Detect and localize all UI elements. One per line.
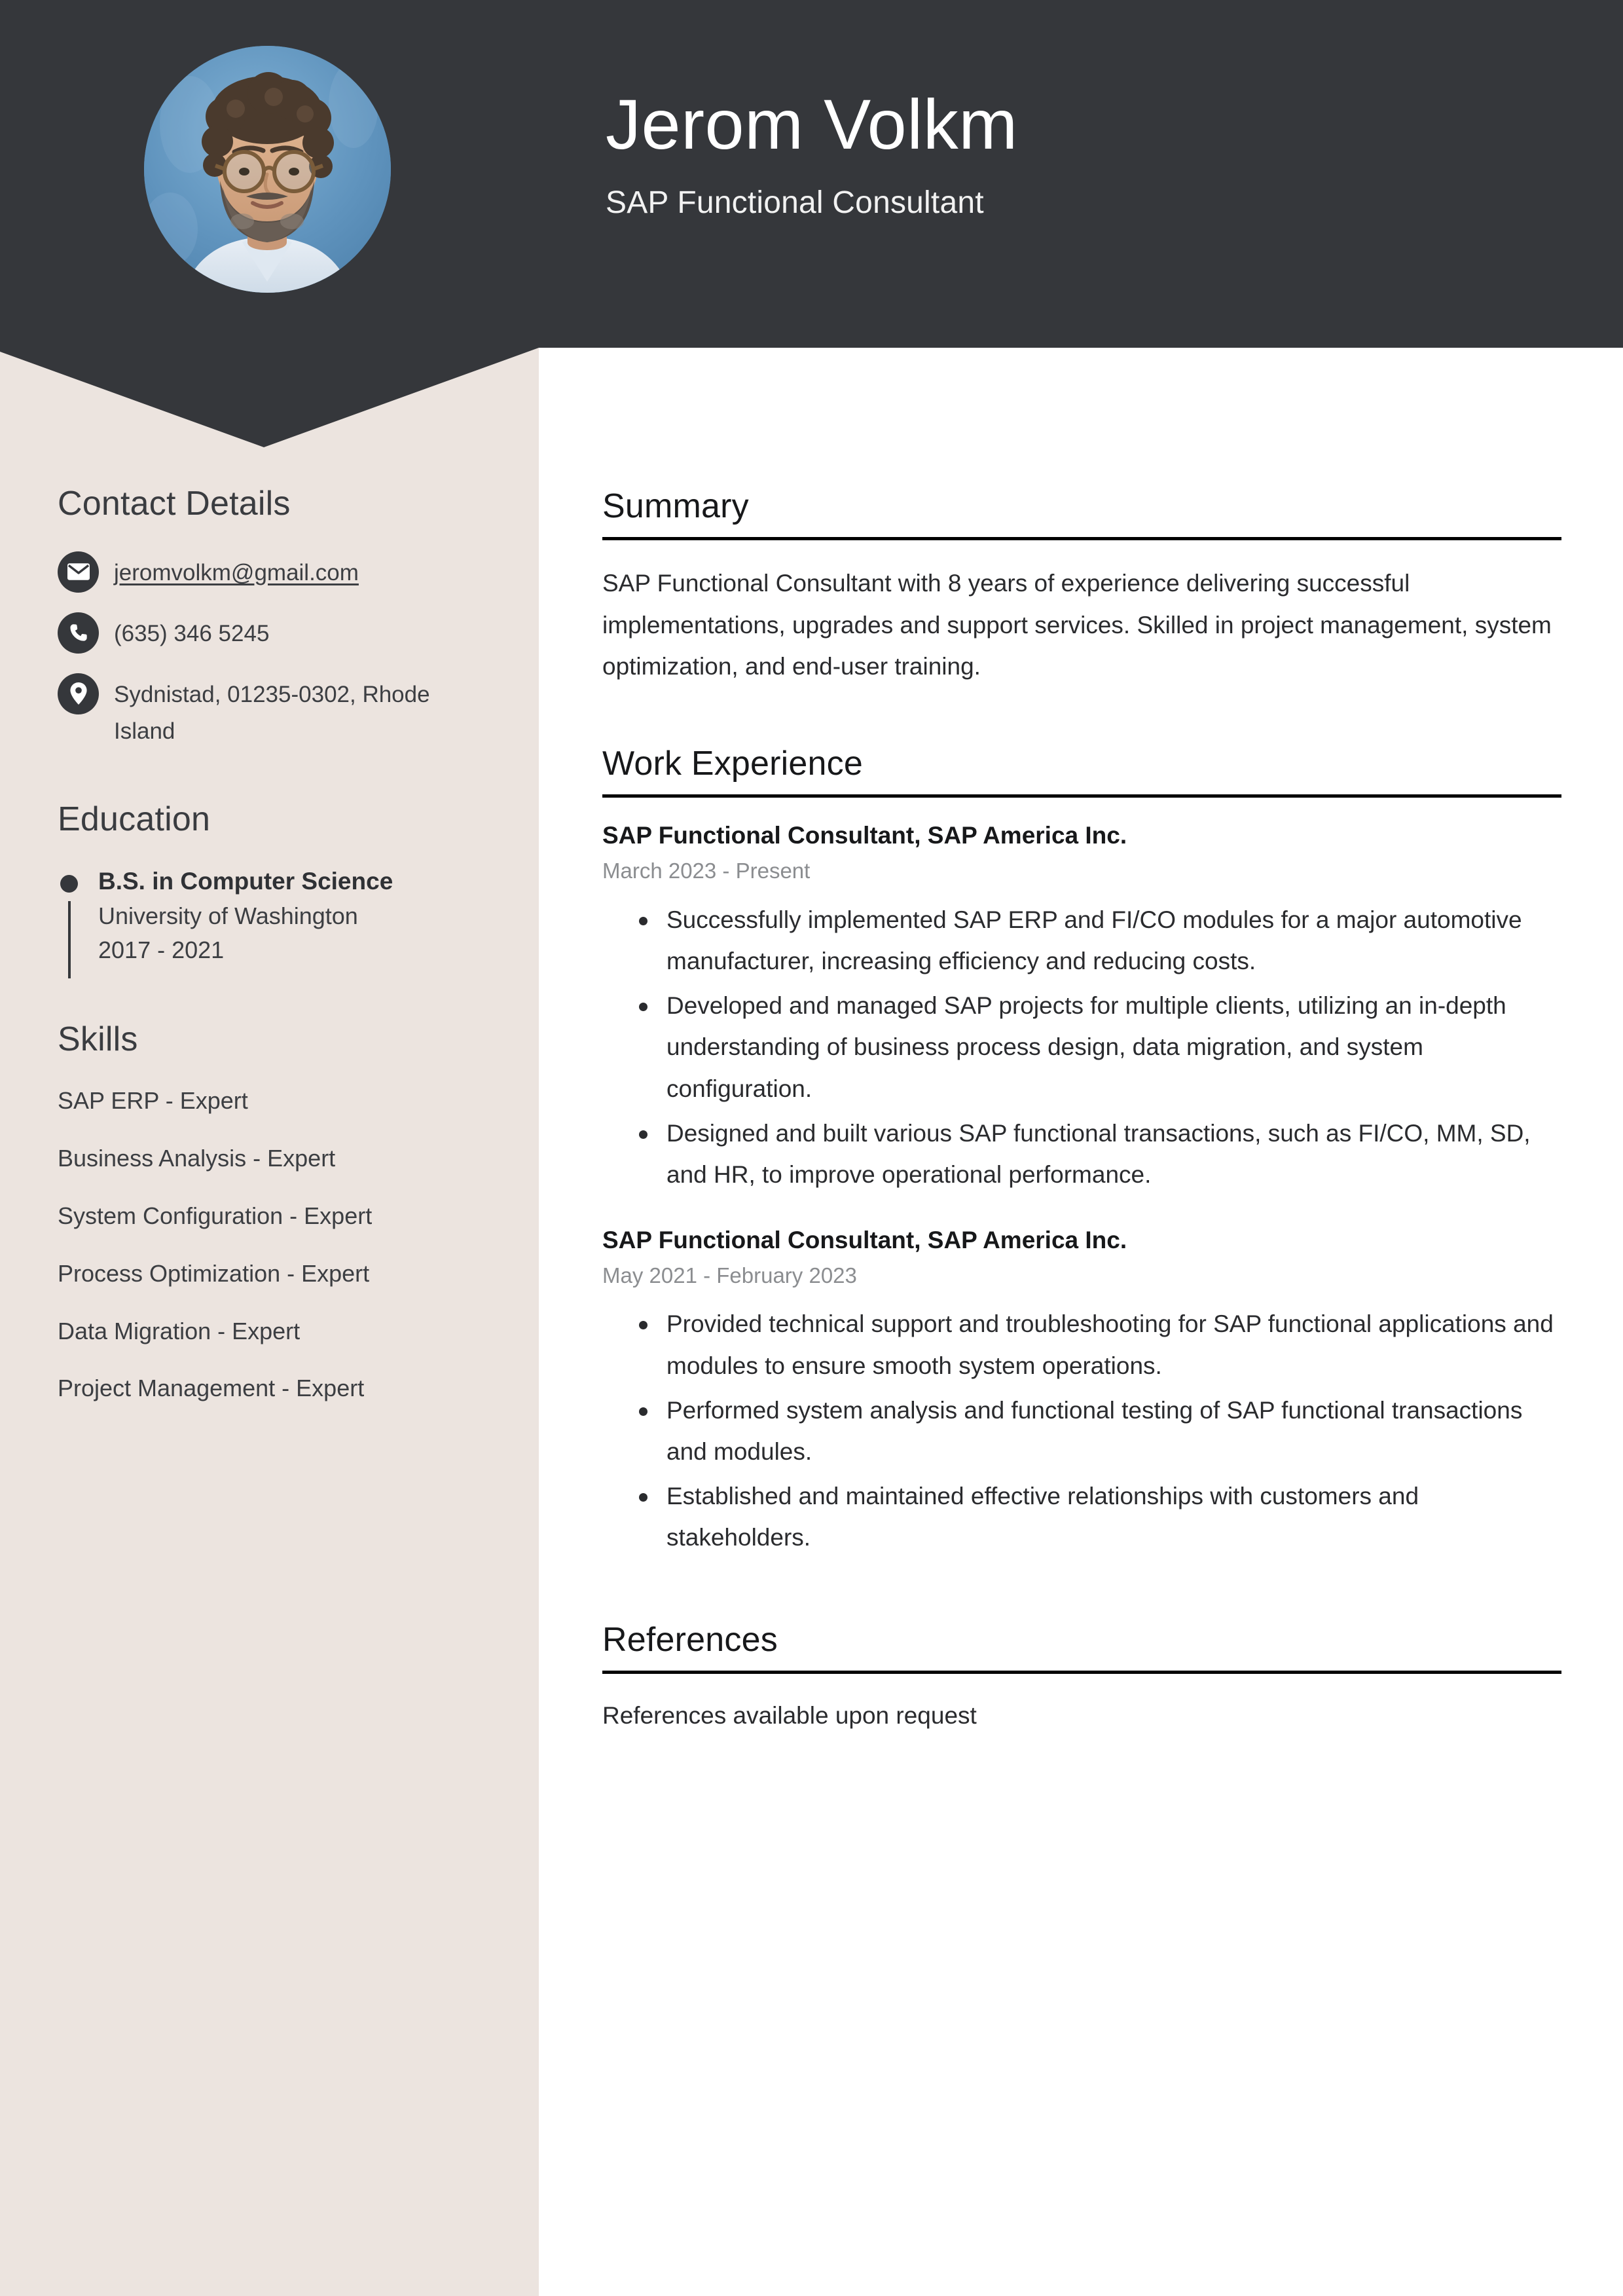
job-title-subtitle: SAP Functional Consultant	[606, 185, 984, 220]
education-years: 2017 - 2021	[98, 936, 225, 964]
work-experience-section: Work Experience SAP Functional Consultan…	[602, 745, 1561, 1559]
list-item: Developed and managed SAP projects for m…	[639, 985, 1561, 1110]
contact-list: jeromvolkm@gmail.com (635) 346 5245 Sydn…	[58, 551, 503, 750]
timeline-line	[68, 900, 71, 978]
list-item: Data Migration - Expert	[58, 1317, 301, 1344]
references-heading: References	[602, 1621, 778, 1659]
list-item: Business Analysis - Expert	[58, 1145, 336, 1172]
experience-bullet-list: Successfully implemented SAP ERP and FI/…	[602, 899, 1561, 1196]
contact-item-location: Sydnistad, 01235-0302, Rhode Island	[58, 673, 503, 750]
location-value: Sydnistad, 01235-0302, Rhode Island	[114, 681, 430, 745]
list-item: Successfully implemented SAP ERP and FI/…	[639, 899, 1561, 982]
resume-page: Jerom Volkm SAP Functional Consultant Co…	[0, 0, 1623, 2296]
education-degree: B.S. in Computer Science	[98, 867, 393, 895]
summary-text: SAP Functional Consultant with 8 years o…	[602, 570, 1552, 680]
list-item: System Configuration - Expert	[58, 1202, 373, 1229]
page-title: Jerom Volkm	[606, 84, 1018, 164]
list-item: Project Management - Expert	[58, 1375, 365, 1402]
section-divider	[602, 1671, 1561, 1675]
list-item: Performed system analysis and functional…	[639, 1390, 1561, 1473]
header-text-block: Jerom Volkm SAP Functional Consultant	[606, 84, 1522, 222]
main-content: Summary SAP Functional Consultant with 8…	[602, 487, 1561, 1735]
contact-item-email[interactable]: jeromvolkm@gmail.com	[58, 551, 503, 593]
envelope-icon	[58, 551, 99, 593]
references-section: References References available upon req…	[602, 1621, 1561, 1735]
experience-dates: May 2021 - February 2023	[602, 1263, 857, 1287]
list-item: Process Optimization - Expert	[58, 1259, 370, 1287]
skills-heading: Skills	[58, 1020, 138, 1058]
experience-dates: March 2023 - Present	[602, 859, 811, 883]
education-school: University of Washington	[98, 902, 358, 929]
section-divider	[602, 537, 1561, 541]
experience-role: SAP Functional Consultant, SAP America I…	[602, 1226, 1127, 1253]
contact-details-section: Contact Details jeromvolkm@gmail.com (63…	[58, 485, 503, 750]
contact-item-phone[interactable]: (635) 346 5245	[58, 612, 503, 654]
list-item: Established and maintained effective rel…	[639, 1475, 1561, 1559]
list-item: Designed and built various SAP functiona…	[639, 1113, 1561, 1196]
education-heading: Education	[58, 800, 211, 839]
experience-role: SAP Functional Consultant, SAP America I…	[602, 822, 1127, 849]
phone-value: (635) 346 5245	[114, 620, 270, 646]
location-pin-icon	[58, 673, 99, 714]
education-section: Education B.S. in Computer Science Unive…	[58, 800, 503, 978]
timeline-dot-icon	[60, 874, 78, 893]
experience-entry: SAP Functional Consultant, SAP America I…	[602, 820, 1561, 1196]
list-item: Provided technical support and troublesh…	[639, 1303, 1561, 1386]
contact-details-heading: Contact Details	[58, 485, 291, 523]
summary-heading: Summary	[602, 487, 749, 525]
work-experience-heading: Work Experience	[602, 745, 863, 783]
avatar	[144, 46, 391, 293]
skills-section: Skills SAP ERP - Expert Business Analysi…	[58, 1020, 503, 1405]
email-value[interactable]: jeromvolkm@gmail.com	[114, 551, 359, 592]
summary-section: Summary SAP Functional Consultant with 8…	[602, 487, 1561, 688]
education-item: B.S. in Computer Science University of W…	[58, 864, 503, 978]
list-item: SAP ERP - Expert	[58, 1087, 248, 1115]
experience-entry: SAP Functional Consultant, SAP America I…	[602, 1225, 1561, 1559]
skills-list: SAP ERP - Expert Business Analysis - Exp…	[58, 1086, 503, 1404]
phone-icon	[58, 612, 99, 654]
sidebar: Contact Details jeromvolkm@gmail.com (63…	[0, 485, 539, 1404]
section-divider	[602, 794, 1561, 798]
experience-bullet-list: Provided technical support and troublesh…	[602, 1303, 1561, 1559]
references-text: References available upon request	[602, 1702, 977, 1730]
